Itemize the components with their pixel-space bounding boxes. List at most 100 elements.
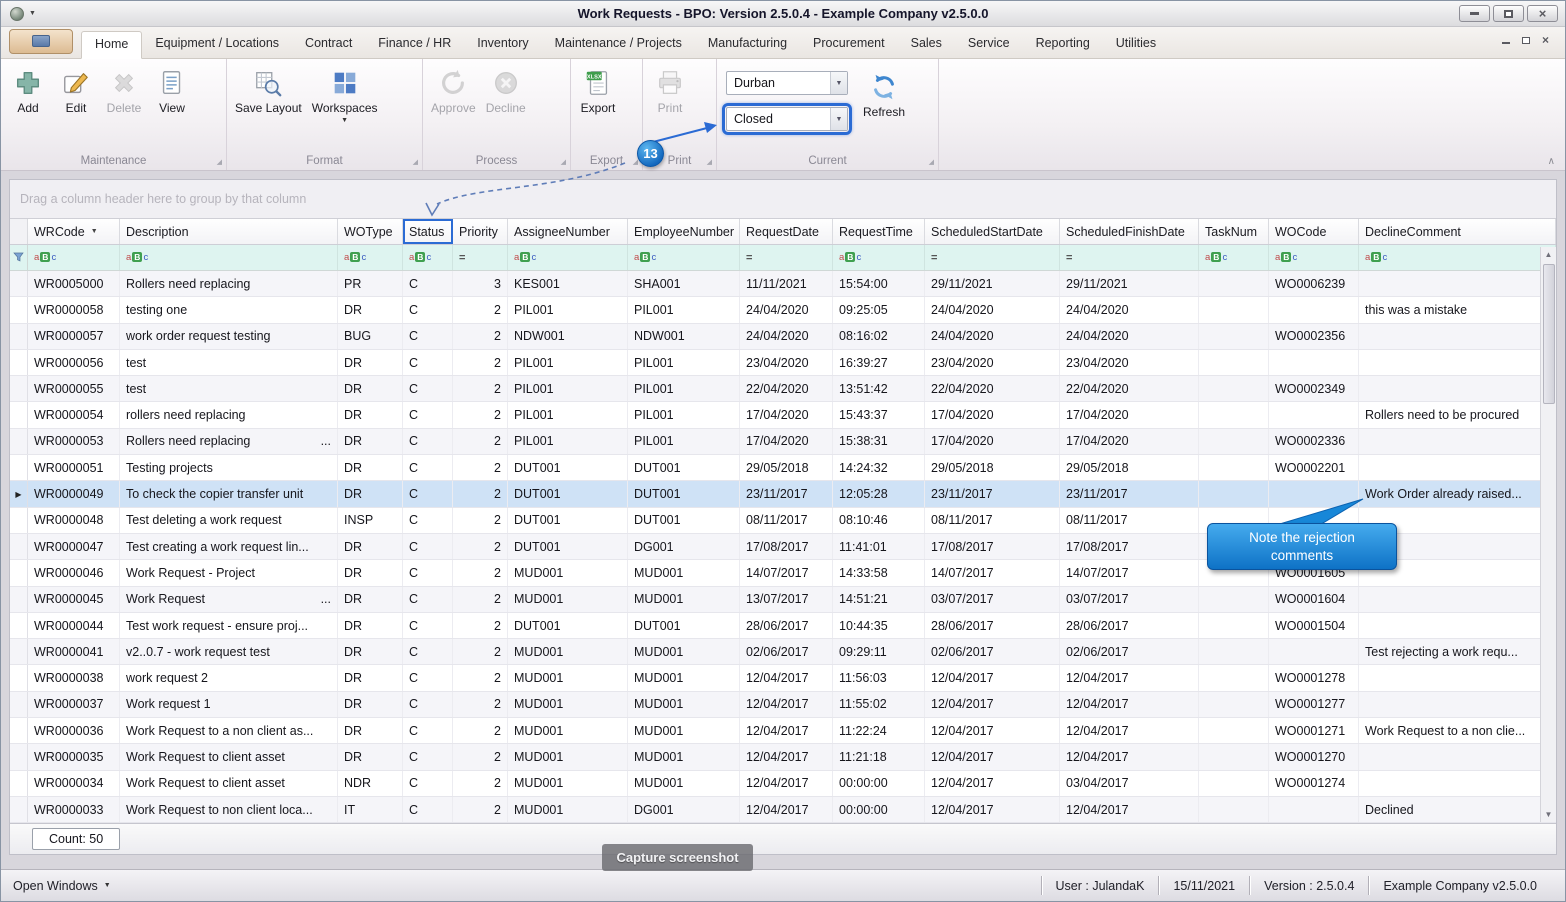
filter-cell-wotype[interactable]: aBc xyxy=(338,245,403,270)
table-row[interactable]: WR0000058testing oneDRC2PIL001PIL00124/0… xyxy=(10,297,1556,323)
filter-cell-wocode[interactable]: aBc xyxy=(1269,245,1359,270)
combo-arrow-icon[interactable]: ▼ xyxy=(830,72,847,94)
column-header-wocode[interactable]: WOCode xyxy=(1269,219,1359,244)
cell-employeenumber: DG001 xyxy=(628,534,740,559)
column-header-tasknum[interactable]: TaskNum xyxy=(1199,219,1269,244)
filter-cell-tasknum[interactable]: aBc xyxy=(1199,245,1269,270)
table-row[interactable]: WR0000033Work Request to non client loca… xyxy=(10,797,1556,823)
combo-arrow-icon[interactable]: ▼ xyxy=(830,108,847,130)
filter-cell-employeenumber[interactable]: aBc xyxy=(628,245,740,270)
dialog-launcher-icon[interactable]: ◢ xyxy=(707,159,712,166)
collapse-ribbon-icon[interactable]: ∧ xyxy=(1548,156,1555,167)
tab-finance-hr[interactable]: Finance / HR xyxy=(365,31,464,58)
table-row[interactable]: WR0000054rollers need replacingDRC2PIL00… xyxy=(10,402,1556,428)
app-icon[interactable] xyxy=(10,7,24,21)
mdi-close-icon[interactable]: × xyxy=(1542,31,1549,49)
dialog-launcher-icon[interactable]: ◢ xyxy=(633,159,638,166)
tab-manufacturing[interactable]: Manufacturing xyxy=(695,31,800,58)
column-filter-arrow-icon[interactable]: ▼ xyxy=(91,228,98,235)
dialog-launcher-icon[interactable]: ◢ xyxy=(561,159,566,166)
column-header-scheduledfinishdate[interactable]: ScheduledFinishDate xyxy=(1060,219,1199,244)
filter-cell-scheduledfinishdate[interactable]: = xyxy=(1060,245,1199,270)
table-row[interactable]: ▶WR0000049To check the copier transfer u… xyxy=(10,481,1556,507)
open-windows-button[interactable]: Open Windows ▼ xyxy=(1,879,1041,893)
mdi-restore-icon[interactable] xyxy=(1522,31,1530,49)
filter-cell-wrcode[interactable]: aBc xyxy=(28,245,120,270)
add-button[interactable]: Add xyxy=(4,62,52,115)
refresh-button[interactable]: Refresh xyxy=(858,66,910,119)
cell-wotype: DR xyxy=(338,587,403,612)
export-button[interactable]: XLSX Export xyxy=(574,62,622,115)
column-header-wrcode[interactable]: WRCode▼ xyxy=(28,219,120,244)
tab-home[interactable]: Home xyxy=(81,31,142,59)
minimize-button[interactable] xyxy=(1459,5,1490,22)
table-row[interactable]: WR0000055testDRC2PIL001PIL00122/04/20201… xyxy=(10,376,1556,402)
column-header-requestdate[interactable]: RequestDate xyxy=(740,219,833,244)
table-row[interactable]: WR0000045Work Request...DRC2MUD001MUD001… xyxy=(10,587,1556,613)
table-row[interactable]: WR0000041v2..0.7 - work request testDRC2… xyxy=(10,639,1556,665)
application-menu-button[interactable] xyxy=(9,29,73,54)
table-row[interactable]: WR0000038work request 2DRC2MUD001MUD0011… xyxy=(10,665,1556,691)
tab-service[interactable]: Service xyxy=(955,31,1023,58)
filter-cell-declinecomment[interactable]: aBc xyxy=(1359,245,1556,270)
vertical-scrollbar[interactable]: ▲ ▼ xyxy=(1540,247,1556,822)
mdi-minimize-icon[interactable] xyxy=(1502,31,1510,49)
dialog-launcher-icon[interactable]: ◢ xyxy=(413,159,418,166)
scroll-down-icon[interactable]: ▼ xyxy=(1545,807,1553,822)
column-header-declinecomment[interactable]: DeclineComment xyxy=(1359,219,1556,244)
filter-cell-requesttime[interactable]: aBc xyxy=(833,245,925,270)
table-row[interactable]: WR0000056testDRC2PIL001PIL00123/04/20201… xyxy=(10,350,1556,376)
filter-cell-description[interactable]: aBc xyxy=(120,245,338,270)
column-header-employeenumber[interactable]: EmployeeNumber xyxy=(628,219,740,244)
filter-cell-assigneenumber[interactable]: aBc xyxy=(508,245,628,270)
capture-screenshot-button[interactable]: Capture screenshot xyxy=(602,844,753,871)
scrollbar-thumb[interactable] xyxy=(1543,264,1555,404)
filter-cell-priority[interactable]: = xyxy=(453,245,508,270)
tab-sales[interactable]: Sales xyxy=(898,31,955,58)
site-combobox[interactable]: Durban ▼ xyxy=(726,71,848,95)
tab-utilities[interactable]: Utilities xyxy=(1103,31,1169,58)
callout-line-1: Note the rejection xyxy=(1249,529,1355,547)
filter-cell-requestdate[interactable]: = xyxy=(740,245,833,270)
workspaces-button[interactable]: Workspaces ▼ xyxy=(307,62,383,124)
column-header-priority[interactable]: Priority xyxy=(453,219,508,244)
table-row[interactable]: WR0000057work order request testingBUGC2… xyxy=(10,324,1556,350)
tab-reporting[interactable]: Reporting xyxy=(1023,31,1103,58)
column-header-status[interactable]: Status xyxy=(403,219,453,244)
filter-cell-scheduledstartdate[interactable]: = xyxy=(925,245,1060,270)
table-row[interactable]: WR0000044Test work request - ensure proj… xyxy=(10,613,1556,639)
view-button[interactable]: View xyxy=(148,62,196,115)
status-combobox[interactable]: Closed ▼ xyxy=(726,107,848,131)
quick-access-caret-icon[interactable]: ▼ xyxy=(29,10,36,17)
table-row[interactable]: WR0000051Testing projectsDRC2DUT001DUT00… xyxy=(10,455,1556,481)
group-by-bar[interactable]: Drag a column header here to group by th… xyxy=(10,180,1556,219)
dialog-launcher-icon[interactable]: ◢ xyxy=(929,159,934,166)
table-row[interactable]: WR0000036Work Request to a non client as… xyxy=(10,718,1556,744)
scroll-up-icon[interactable]: ▲ xyxy=(1545,247,1553,262)
table-row[interactable]: WR0000034Work Request to client assetNDR… xyxy=(10,771,1556,797)
grid-footer: Count: 50 xyxy=(10,823,1556,854)
close-button[interactable]: × xyxy=(1527,5,1558,22)
column-header-assigneenumber[interactable]: AssigneeNumber xyxy=(508,219,628,244)
table-row[interactable]: WR0005000Rollers need replacingPRC3KES00… xyxy=(10,271,1556,297)
workspaces-dropdown-icon[interactable]: ▼ xyxy=(341,117,348,124)
table-row[interactable]: WR0000035Work Request to client assetDRC… xyxy=(10,744,1556,770)
tab-maintenance-projects[interactable]: Maintenance / Projects xyxy=(542,31,695,58)
filter-cell-status[interactable]: aBc xyxy=(403,245,453,270)
column-header-scheduledstartdate[interactable]: ScheduledStartDate xyxy=(925,219,1060,244)
tab-procurement[interactable]: Procurement xyxy=(800,31,898,58)
tab-inventory[interactable]: Inventory xyxy=(464,31,541,58)
dialog-launcher-icon[interactable]: ◢ xyxy=(217,159,222,166)
cell-requesttime: 11:21:18 xyxy=(833,744,925,769)
cell-priority: 2 xyxy=(453,324,508,349)
column-header-description[interactable]: Description xyxy=(120,219,338,244)
save-layout-button[interactable]: Save Layout xyxy=(230,62,307,115)
tab-equipment-locations[interactable]: Equipment / Locations xyxy=(142,31,292,58)
table-row[interactable]: WR0000053Rollers need replacing...DRC2PI… xyxy=(10,429,1556,455)
column-header-requesttime[interactable]: RequestTime xyxy=(833,219,925,244)
table-row[interactable]: WR0000037Work request 1DRC2MUD001MUD0011… xyxy=(10,692,1556,718)
edit-button[interactable]: Edit xyxy=(52,62,100,115)
column-header-wotype[interactable]: WOType xyxy=(338,219,403,244)
tab-contract[interactable]: Contract xyxy=(292,31,365,58)
maximize-button[interactable] xyxy=(1493,5,1524,22)
